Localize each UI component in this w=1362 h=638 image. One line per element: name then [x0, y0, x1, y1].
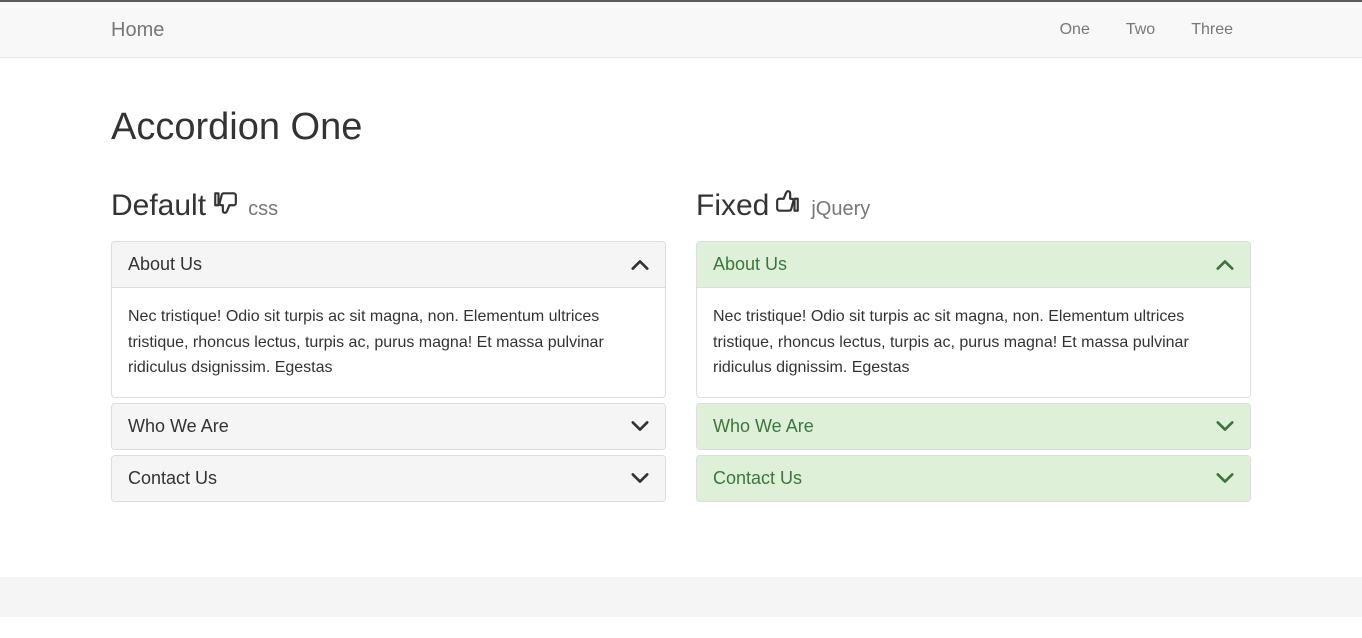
nav-link-one[interactable]: One [1042, 21, 1108, 39]
page-title: Accordion One [111, 106, 1251, 149]
accordion-item: Who We Are [696, 403, 1251, 450]
footer [0, 577, 1362, 617]
fixed-subheading: jQuery [811, 198, 870, 221]
accordion-body: Nec tristique! Odio sit turpis ac sit ma… [697, 287, 1250, 397]
default-column: Default css About Us [111, 189, 666, 507]
default-subheading: css [248, 198, 278, 221]
nav-link-two[interactable]: Two [1108, 21, 1173, 39]
default-accordion: About Us Nec tristique! Odio sit turpis … [111, 241, 666, 502]
default-heading: Default css [111, 189, 666, 223]
thumbs-down-icon [212, 189, 238, 215]
chevron-up-icon [631, 258, 649, 272]
fixed-heading-text: Fixed [696, 189, 769, 223]
accordion-item: Who We Are [111, 403, 666, 450]
chevron-down-icon [1216, 471, 1234, 485]
default-heading-text: Default [111, 189, 206, 223]
accordion-header-about-us[interactable]: About Us [697, 242, 1250, 287]
chevron-up-icon [1216, 258, 1234, 272]
accordion-item: About Us Nec tristique! Odio sit turpis … [111, 241, 666, 398]
thumbs-up-icon [775, 189, 801, 215]
chevron-down-icon [631, 471, 649, 485]
accordion-header-about-us[interactable]: About Us [112, 242, 665, 287]
accordion-title: About Us [713, 254, 787, 275]
fixed-accordion: About Us Nec tristique! Odio sit turpis … [696, 241, 1251, 502]
accordion-title: Contact Us [128, 468, 217, 489]
accordion-title: About Us [128, 254, 202, 275]
accordion-item: Contact Us [696, 455, 1251, 502]
accordion-title: Contact Us [713, 468, 802, 489]
nav-link-three[interactable]: Three [1173, 21, 1251, 39]
nav-brand[interactable]: Home [111, 19, 164, 42]
nav-links: One Two Three [1042, 21, 1251, 39]
accordion-title: Who We Are [713, 416, 814, 437]
chevron-down-icon [1216, 419, 1234, 433]
accordion-header-who-we-are[interactable]: Who We Are [112, 404, 665, 449]
accordion-header-contact-us[interactable]: Contact Us [112, 456, 665, 501]
accordion-item: About Us Nec tristique! Odio sit turpis … [696, 241, 1251, 398]
accordion-item: Contact Us [111, 455, 666, 502]
fixed-heading: Fixed jQuery [696, 189, 1251, 223]
accordion-title: Who We Are [128, 416, 229, 437]
navbar: Home One Two Three [0, 0, 1362, 58]
accordion-header-who-we-are[interactable]: Who We Are [697, 404, 1250, 449]
chevron-down-icon [631, 419, 649, 433]
accordion-body: Nec tristique! Odio sit turpis ac sit ma… [112, 287, 665, 397]
fixed-column: Fixed jQuery About Us [696, 189, 1251, 507]
accordion-header-contact-us[interactable]: Contact Us [697, 456, 1250, 501]
